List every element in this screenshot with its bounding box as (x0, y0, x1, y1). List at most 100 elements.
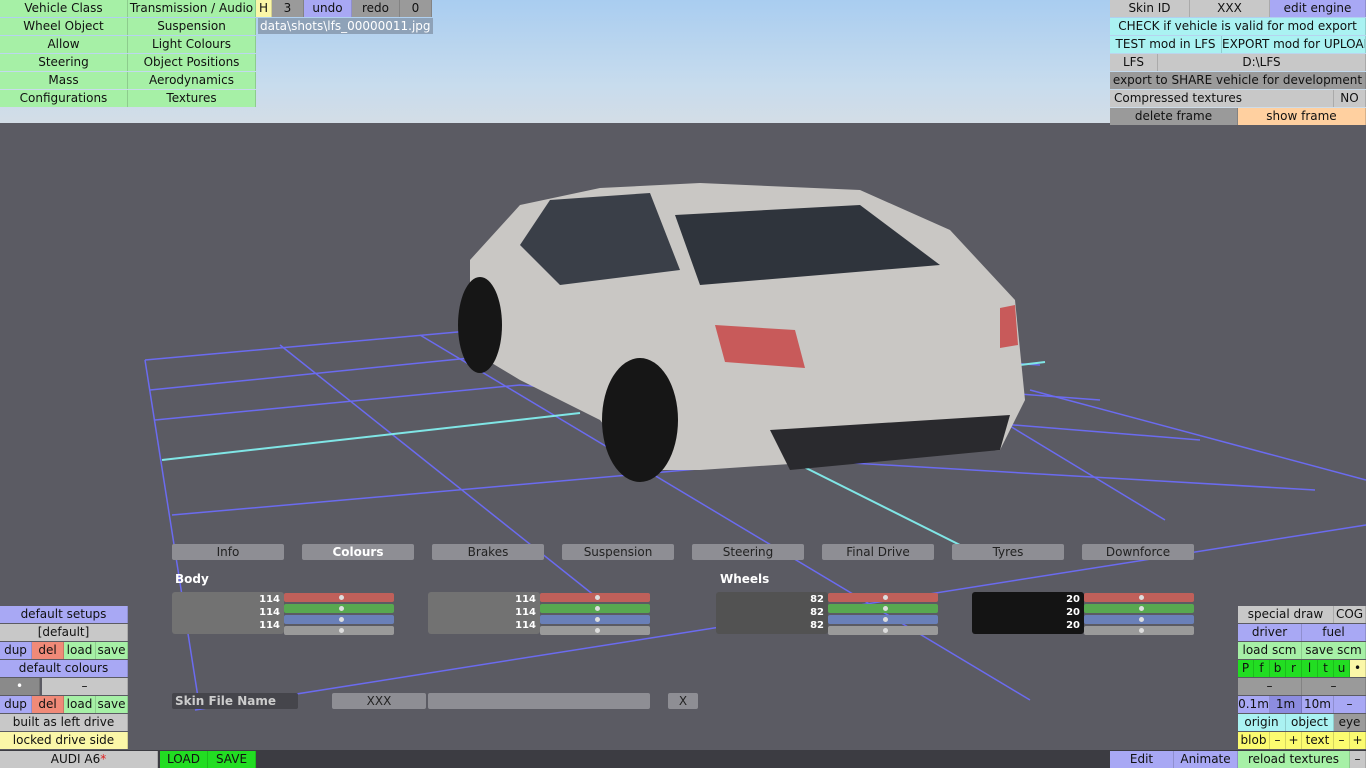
scale-button[interactable]: 0.1m (1238, 696, 1270, 713)
load-car-button[interactable]: LOAD (160, 751, 208, 768)
red-slider[interactable] (828, 593, 938, 602)
load-colours-button[interactable]: load (64, 696, 96, 713)
text-button[interactable]: text (1302, 732, 1334, 749)
edit-mode-button[interactable]: Edit (1110, 751, 1174, 768)
redo-button[interactable]: redo (352, 0, 400, 17)
undo-button[interactable]: undo (304, 0, 352, 17)
draw-toggle-b[interactable]: b (1270, 660, 1286, 677)
export-mod-button[interactable]: EXPORT mod for UPLOAD (1222, 36, 1366, 53)
check-vehicle-button[interactable]: CHECK if vehicle is valid for mod export (1110, 18, 1366, 35)
draw-toggle-f[interactable]: f (1254, 660, 1270, 677)
menu-item-wheel-object[interactable]: Wheel Object (0, 18, 128, 35)
blue-slider[interactable] (284, 615, 394, 624)
colour-swatch[interactable]: 114 114 114 (428, 592, 540, 634)
tab-steering[interactable]: Steering (692, 544, 804, 560)
tab-colours[interactable]: Colours (302, 544, 414, 560)
cog-button[interactable]: COG (1334, 606, 1366, 623)
fuel-button[interactable]: fuel (1302, 624, 1366, 641)
default-setups-button[interactable]: default setups (0, 606, 128, 623)
load-setup-button[interactable]: load (64, 642, 96, 659)
colour-swatch[interactable]: 114 114 114 (172, 592, 284, 634)
blue-slider[interactable] (540, 615, 650, 624)
draw-toggle-t[interactable]: t (1318, 660, 1334, 677)
clear-skin-button[interactable]: X (668, 693, 698, 709)
reload-textures-button[interactable]: reload textures (1238, 751, 1350, 768)
default-colours-button[interactable]: default colours (0, 660, 128, 677)
tab-info[interactable]: Info (172, 544, 284, 560)
colour-dot-button[interactable]: • (0, 678, 40, 695)
animate-mode-button[interactable]: Animate (1174, 751, 1238, 768)
alpha-slider[interactable] (284, 626, 394, 635)
scale-button[interactable]: – (1334, 696, 1366, 713)
green-slider[interactable] (828, 604, 938, 613)
green-slider[interactable] (540, 604, 650, 613)
driver-button[interactable]: driver (1238, 624, 1302, 641)
view-number-button[interactable]: 3 (272, 0, 304, 17)
red-slider[interactable] (284, 593, 394, 602)
menu-item-steering[interactable]: Steering (0, 54, 128, 71)
blue-slider[interactable] (1084, 615, 1194, 624)
colour-selector[interactable]: – (42, 678, 128, 695)
menu-item-textures[interactable]: Textures (128, 90, 256, 107)
lfs-path[interactable]: D:\LFS (1158, 54, 1366, 71)
eye-button[interactable]: eye (1334, 714, 1366, 731)
alpha-slider[interactable] (828, 626, 938, 635)
edit-engine-button[interactable]: edit engine (1270, 0, 1366, 17)
skin-id-value[interactable]: XXX (1190, 0, 1270, 17)
red-slider[interactable] (540, 593, 650, 602)
green-slider[interactable] (1084, 604, 1194, 613)
text-minus-button[interactable]: – (1334, 732, 1350, 749)
draw-toggle-r[interactable]: r (1286, 660, 1302, 677)
save-scm-button[interactable]: save scm (1302, 642, 1366, 659)
dup-setup-button[interactable]: dup (0, 642, 32, 659)
del-colours-button[interactable]: del (32, 696, 64, 713)
draw-toggle-P[interactable]: P (1238, 660, 1254, 677)
locked-drive-side-toggle[interactable]: locked drive side (0, 732, 128, 749)
colour-swatch[interactable]: 20 20 20 (972, 592, 1084, 634)
menu-item-object-positions[interactable]: Object Positions (128, 54, 256, 71)
menu-item-aerodynamics[interactable]: Aerodynamics (128, 72, 256, 89)
blob-minus-button[interactable]: – (1270, 732, 1286, 749)
menu-item-allow[interactable]: Allow (0, 36, 128, 53)
alpha-slider[interactable] (1084, 626, 1194, 635)
tab-suspension[interactable]: Suspension (562, 544, 674, 560)
selector-left[interactable]: – (1238, 678, 1302, 695)
test-mod-button[interactable]: TEST mod in LFS (1110, 36, 1222, 53)
origin-button[interactable]: origin (1238, 714, 1286, 731)
text-plus-button[interactable]: + (1350, 732, 1366, 749)
object-button[interactable]: object (1286, 714, 1334, 731)
del-setup-button[interactable]: del (32, 642, 64, 659)
save-colours-button[interactable]: save (96, 696, 128, 713)
skin-file-input[interactable] (428, 693, 650, 709)
tab-final-drive[interactable]: Final Drive (822, 544, 934, 560)
blob-button[interactable]: blob (1238, 732, 1270, 749)
reload-options-button[interactable]: – (1350, 751, 1366, 768)
dup-colours-button[interactable]: dup (0, 696, 32, 713)
compressed-textures-toggle[interactable]: NO (1334, 90, 1366, 107)
alpha-slider[interactable] (540, 626, 650, 635)
blob-plus-button[interactable]: + (1286, 732, 1302, 749)
red-slider[interactable] (1084, 593, 1194, 602)
menu-item-transmission-audio[interactable]: Transmission / Audio (128, 0, 256, 17)
left-drive-toggle[interactable]: built as left drive (0, 714, 128, 731)
tab-tyres[interactable]: Tyres (952, 544, 1064, 560)
colour-swatch[interactable]: 82 82 82 (716, 592, 828, 634)
selector-right[interactable]: – (1302, 678, 1366, 695)
skin-file-value[interactable]: XXX (332, 693, 426, 709)
tab-downforce[interactable]: Downforce (1082, 544, 1194, 560)
menu-item-mass[interactable]: Mass (0, 72, 128, 89)
draw-toggle-dot[interactable]: • (1350, 660, 1366, 677)
menu-item-light-colours[interactable]: Light Colours (128, 36, 256, 53)
tab-brakes[interactable]: Brakes (432, 544, 544, 560)
show-frame-button[interactable]: show frame (1238, 108, 1366, 125)
export-share-button[interactable]: export to SHARE vehicle for development (1110, 72, 1366, 89)
h-button[interactable]: H (256, 0, 272, 17)
load-scm-button[interactable]: load scm (1238, 642, 1302, 659)
scale-button[interactable]: 1m (1270, 696, 1302, 713)
menu-item-suspension[interactable]: Suspension (128, 18, 256, 35)
green-slider[interactable] (284, 604, 394, 613)
special-draw-button[interactable]: special draw (1238, 606, 1334, 623)
menu-item-vehicle-class[interactable]: Vehicle Class (0, 0, 128, 17)
save-car-button[interactable]: SAVE (208, 751, 256, 768)
scale-button[interactable]: 10m (1302, 696, 1334, 713)
